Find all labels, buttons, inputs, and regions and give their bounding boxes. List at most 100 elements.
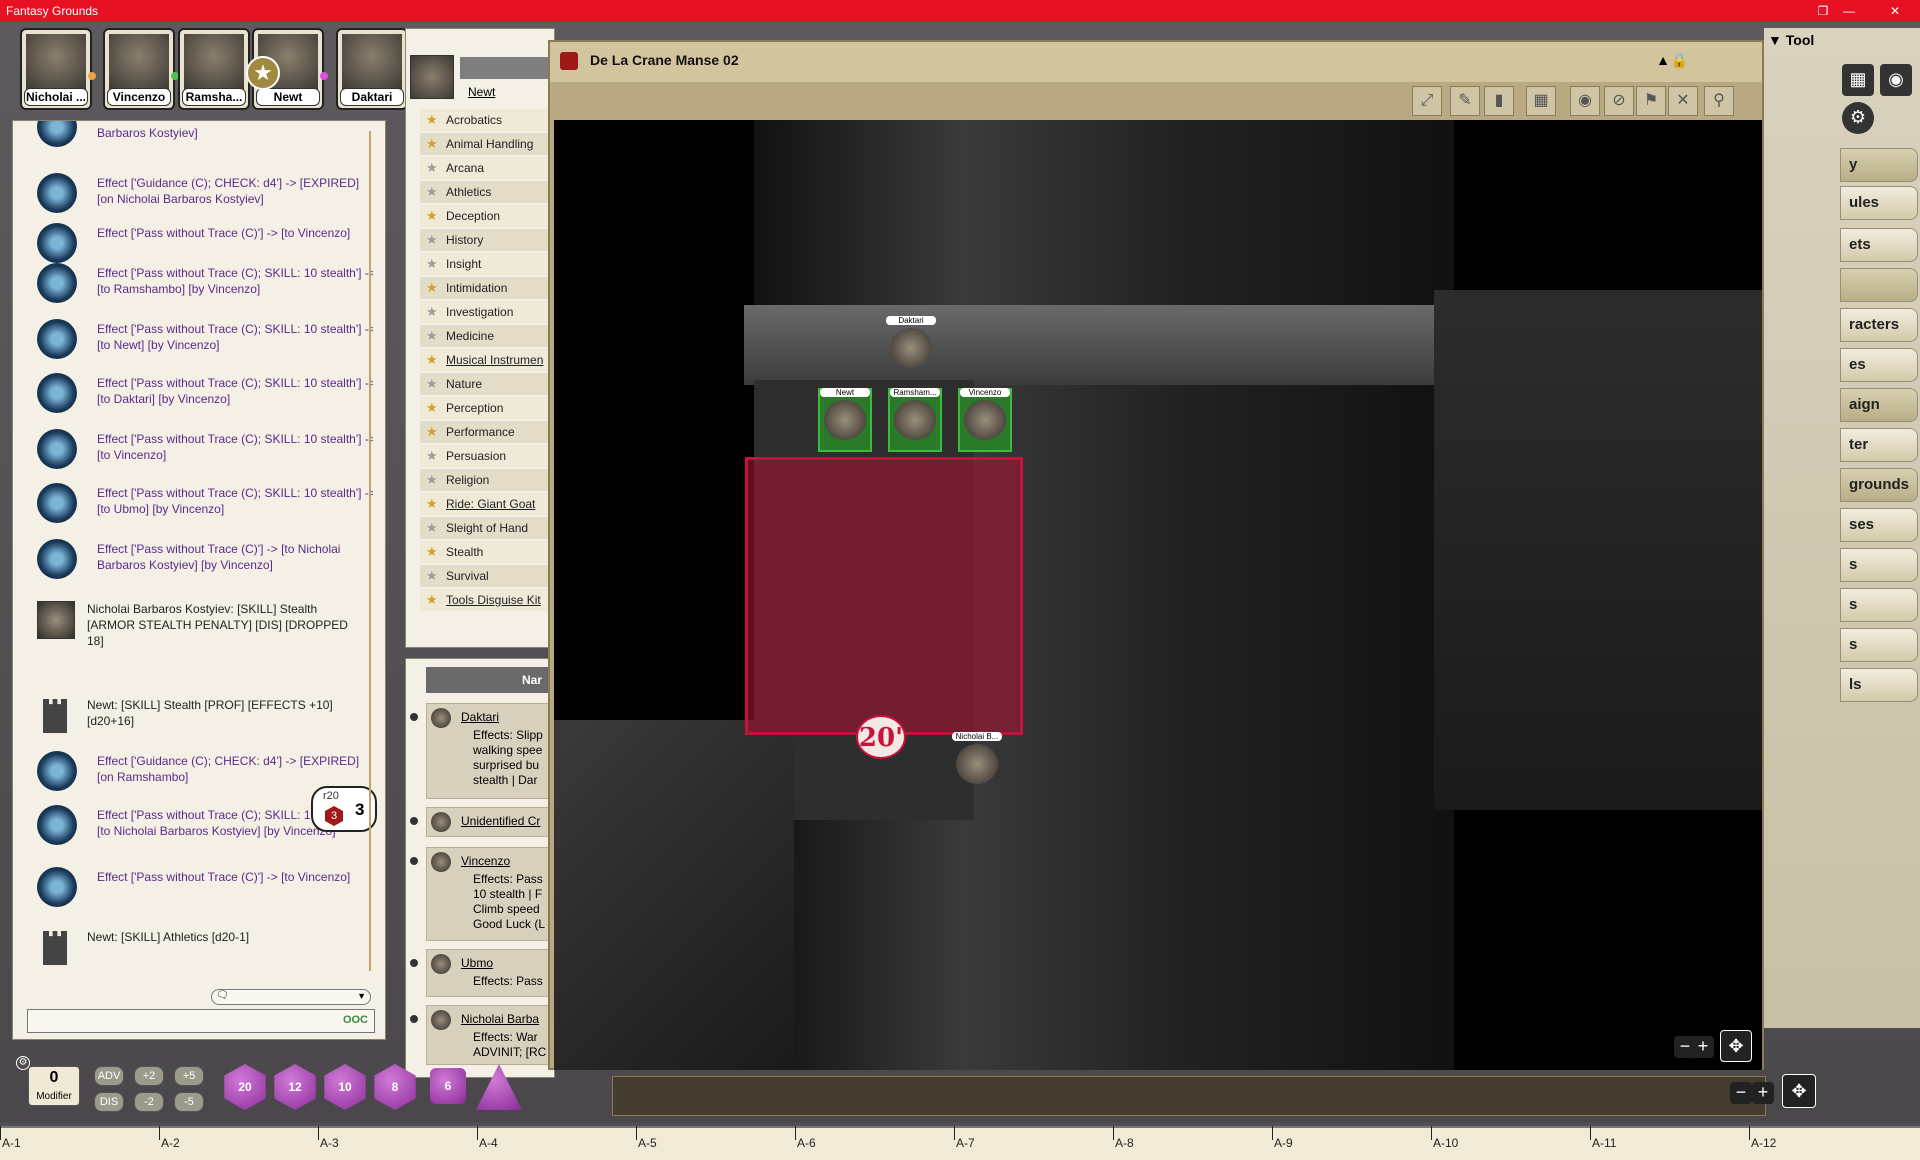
skill-row[interactable]: ★ Acrobatics — [420, 109, 556, 131]
ct-active-radio[interactable] — [410, 857, 418, 865]
skill-row[interactable]: ★ Nature — [420, 373, 556, 395]
modifier-button[interactable]: -2 — [134, 1092, 164, 1112]
sidebar-button[interactable] — [1840, 268, 1918, 302]
target-icon[interactable]: ◉ — [1570, 86, 1600, 116]
recenter-button-2[interactable]: ✥ — [1782, 1074, 1816, 1108]
ct-name[interactable]: Daktari — [461, 710, 499, 724]
proficiency-star-icon[interactable]: ★ — [426, 565, 438, 587]
sidebar-button[interactable]: es — [1840, 348, 1918, 382]
zoom-in-button[interactable]: + — [1692, 1036, 1714, 1058]
d12-die[interactable]: 12 — [274, 1064, 316, 1110]
proficiency-star-icon[interactable]: ★ — [426, 109, 438, 131]
share-icon[interactable]: ▲ — [1656, 52, 1670, 68]
party-portrait[interactable]: Nicholai ... — [20, 28, 92, 110]
sidebar-button[interactable]: s — [1840, 588, 1918, 622]
sidebar-button[interactable]: y — [1840, 148, 1918, 182]
skill-row[interactable]: ★ Investigation — [420, 301, 556, 323]
map-token[interactable]: Nicholai B... — [952, 732, 1006, 798]
sidebar-button[interactable]: racters — [1840, 308, 1918, 342]
palette-icon[interactable]: ◉ — [1880, 64, 1912, 96]
skill-row[interactable]: ★ Perception — [420, 397, 556, 419]
proficiency-star-icon[interactable]: ★ — [426, 541, 438, 563]
skill-row[interactable]: ★ Musical Instrumen — [420, 349, 556, 371]
brush-icon[interactable]: ✎ — [1450, 86, 1480, 116]
proficiency-star-icon[interactable]: ★ — [426, 373, 438, 395]
sidebar-button[interactable]: grounds — [1840, 468, 1918, 502]
skill-row[interactable]: ★ Athletics — [420, 181, 556, 203]
skill-row[interactable]: ★ Ride: Giant Goat — [420, 493, 556, 515]
skill-row[interactable]: ★ Stealth — [420, 541, 556, 563]
map-token[interactable]: Vincenzo — [958, 388, 1012, 452]
proficiency-star-icon[interactable]: ★ — [426, 205, 438, 227]
skill-row[interactable]: ★ Tools Disguise Kit — [420, 589, 556, 611]
proficiency-star-icon[interactable]: ★ — [426, 277, 438, 299]
d10-die[interactable]: 10 — [324, 1064, 366, 1110]
ct-active-radio[interactable] — [410, 817, 418, 825]
sidebar-button[interactable]: ses — [1840, 508, 1918, 542]
map-token[interactable]: Newt — [818, 388, 872, 452]
modifier-button[interactable]: ADV — [94, 1066, 124, 1086]
close-button[interactable]: ✕ — [1872, 0, 1918, 22]
proficiency-star-icon[interactable]: ★ — [426, 397, 438, 419]
proficiency-star-icon[interactable]: ★ — [426, 493, 438, 515]
proficiency-star-icon[interactable]: ★ — [426, 349, 438, 371]
ct-active-radio[interactable] — [410, 959, 418, 967]
sidebar-button[interactable]: ets — [1840, 228, 1918, 262]
d8-die[interactable]: 8 — [374, 1064, 416, 1110]
chat-input[interactable]: OOC — [27, 1009, 375, 1033]
chat-scrollbar[interactable] — [369, 131, 377, 971]
skill-row[interactable]: ★ Deception — [420, 205, 556, 227]
party-portrait[interactable]: Ramsha... — [178, 28, 250, 110]
ct-entry[interactable]: Unidentified Cr — [426, 807, 556, 837]
hotkey-bar[interactable] — [612, 1076, 1766, 1116]
proficiency-star-icon[interactable]: ★ — [426, 421, 438, 443]
ct-entry[interactable]: Daktari Effects: Slipp walking spee surpr… — [426, 703, 556, 799]
proficiency-star-icon[interactable]: ★ — [426, 517, 438, 539]
sidebar-button[interactable]: s — [1840, 628, 1918, 662]
skill-row[interactable]: ★ History — [420, 229, 556, 251]
zoom-out-button-2[interactable]: − — [1730, 1082, 1752, 1104]
hide-icon[interactable]: ⊘ — [1604, 86, 1634, 116]
sidebar-button[interactable]: ter — [1840, 428, 1918, 462]
ct-name[interactable]: Vincenzo — [461, 854, 510, 868]
modifier-box[interactable]: 0 Modifier — [28, 1066, 80, 1106]
skill-row[interactable]: ★ Intimidation — [420, 277, 556, 299]
map-token[interactable]: Ramsham... — [888, 388, 942, 452]
skill-row[interactable]: ★ Arcana — [420, 157, 556, 179]
proficiency-star-icon[interactable]: ★ — [426, 181, 438, 203]
zoom-in-button-2[interactable]: + — [1752, 1082, 1774, 1104]
fullscreen-icon[interactable]: ⤢ — [1412, 86, 1442, 116]
proficiency-star-icon[interactable]: ★ — [426, 325, 438, 347]
skill-row[interactable]: ★ Medicine — [420, 325, 556, 347]
ooc-button[interactable]: OOC — [343, 1014, 368, 1026]
map-token[interactable]: Daktari — [886, 316, 940, 382]
party-portrait[interactable]: Daktari — [336, 28, 408, 110]
recenter-button[interactable]: ✥ — [1720, 1030, 1752, 1062]
proficiency-star-icon[interactable]: ★ — [426, 229, 438, 251]
modifier-button[interactable]: -5 — [174, 1092, 204, 1112]
modifier-button[interactable]: +2 — [134, 1066, 164, 1086]
calendar-icon[interactable]: ▦ — [1842, 64, 1874, 96]
sidebar-button[interactable]: ls — [1840, 668, 1918, 702]
d4-die[interactable] — [476, 1064, 522, 1110]
skills-character-tab[interactable]: Newt — [468, 85, 495, 99]
lock-icon[interactable]: 🔒 — [1671, 52, 1688, 69]
eraser-icon[interactable]: ▮ — [1484, 86, 1514, 116]
ct-entry[interactable]: Ubmo Effects: Pass — [426, 949, 556, 997]
sidebar-button[interactable]: aign — [1840, 388, 1918, 422]
skill-row[interactable]: ★ Religion — [420, 469, 556, 491]
party-portrait[interactable]: Vincenzo — [103, 28, 175, 110]
proficiency-star-icon[interactable]: ★ — [426, 301, 438, 323]
spell-area-template[interactable] — [745, 457, 1023, 735]
skill-row[interactable]: ★ Persuasion — [420, 445, 556, 467]
proficiency-star-icon[interactable]: ★ — [426, 469, 438, 491]
proficiency-star-icon[interactable]: ★ — [426, 445, 438, 467]
skill-row[interactable]: ★ Performance — [420, 421, 556, 443]
modifier-button[interactable]: +5 — [174, 1066, 204, 1086]
proficiency-star-icon[interactable]: ★ — [426, 133, 438, 155]
select-icon[interactable]: ▦ — [1526, 86, 1556, 116]
ct-active-radio[interactable] — [410, 713, 418, 721]
skill-row[interactable]: ★ Insight — [420, 253, 556, 275]
ct-name[interactable]: Ubmo — [461, 956, 493, 970]
d20-die[interactable]: 20 — [224, 1064, 266, 1110]
